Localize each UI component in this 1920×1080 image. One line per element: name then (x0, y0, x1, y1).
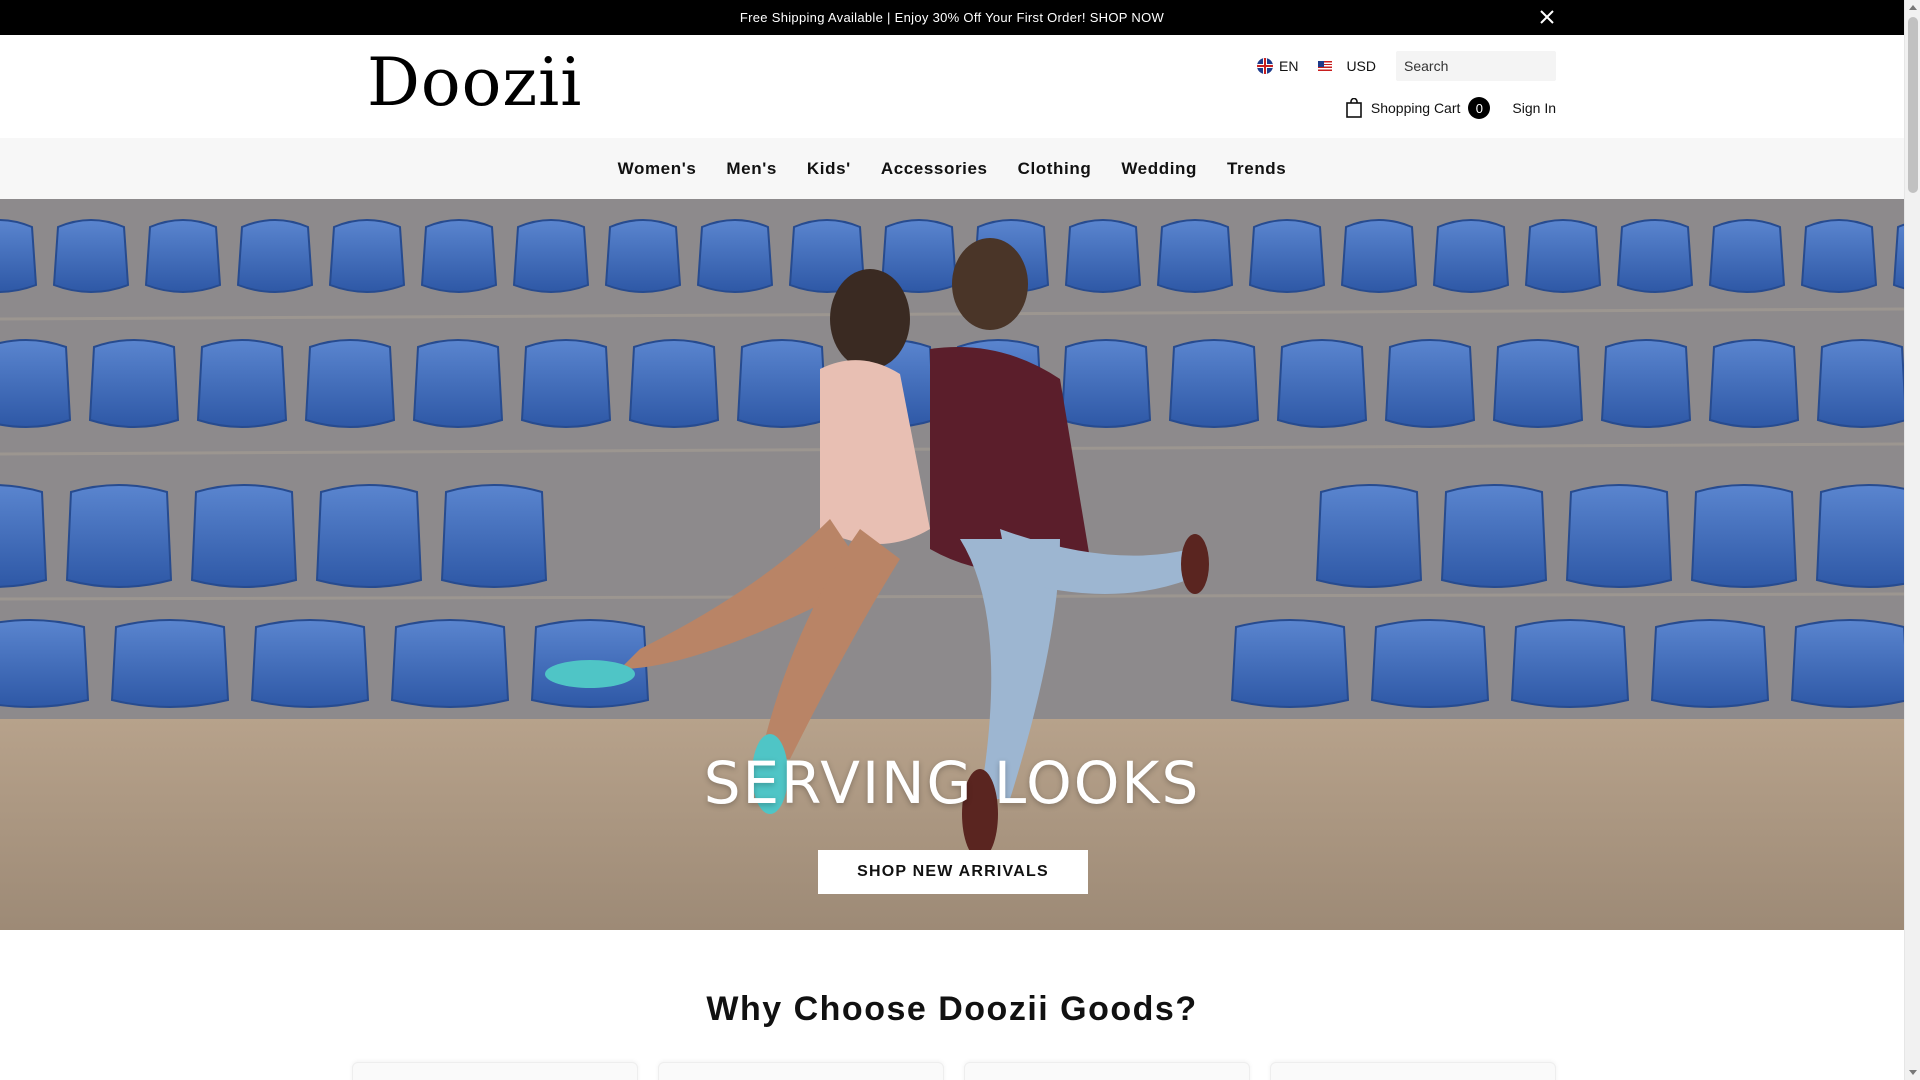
stadium-seat (1600, 339, 1692, 428)
nav-item-womens[interactable]: Women's (603, 159, 712, 179)
stadium-seat (1650, 619, 1770, 708)
stadium-seat (1064, 219, 1142, 293)
stadium-seat (236, 219, 314, 293)
stadium-seat (315, 484, 423, 588)
stadium-seat (1815, 484, 1904, 588)
shop-new-arrivals-button[interactable]: SHOP NEW ARRIVALS (818, 850, 1088, 894)
section-title: Why Choose Doozii Goods? (706, 990, 1198, 1028)
nav-item-mens[interactable]: Men's (711, 159, 792, 179)
feature-cards (352, 1062, 1556, 1080)
cart-label: Shopping Cart (1370, 100, 1461, 116)
stadium-seat (0, 619, 90, 708)
nav-item-trends[interactable]: Trends (1212, 159, 1301, 179)
stadium-seat (1384, 339, 1476, 428)
announcement-text[interactable]: Free Shipping Available | Enjoy 30% Off … (740, 10, 1164, 25)
stadium-seat (1315, 484, 1423, 588)
utility-bar: EN USD (1256, 51, 1585, 81)
stadium-seat (1616, 219, 1694, 293)
search-input[interactable] (1404, 58, 1585, 74)
stadium-seat (1565, 484, 1673, 588)
account-bar: Shopping Cart 0 Sign In (1345, 97, 1556, 119)
stadium-seat (1340, 219, 1418, 293)
stadium-seat (1524, 219, 1602, 293)
feature-card (964, 1062, 1250, 1080)
stadium-seat (1708, 219, 1786, 293)
nav-item-accessories[interactable]: Accessories (866, 159, 1003, 179)
nav-item-kids[interactable]: Kids' (792, 159, 866, 179)
stadium-seat (1800, 219, 1878, 293)
stadium-seat (328, 219, 406, 293)
stadium-seat (304, 339, 396, 428)
close-icon[interactable] (1538, 8, 1556, 26)
hero-image (0, 199, 1904, 930)
stadium-seat (628, 339, 720, 428)
stadium-seat (1168, 339, 1260, 428)
hero-title: SERVING LOOKS (703, 749, 1201, 817)
site-header: Doozii EN USD Shopping Cart 0 Sign I (0, 35, 1904, 138)
stadium-seat (1370, 619, 1490, 708)
stadium-seat (390, 619, 510, 708)
stadium-seat (1156, 219, 1234, 293)
stadium-seat (196, 339, 288, 428)
stadium-seat (1440, 484, 1548, 588)
stadium-seat (412, 339, 504, 428)
currency-label: USD (1346, 58, 1376, 74)
stadium-seat (0, 339, 72, 428)
shopping-bag-icon (1346, 98, 1362, 118)
nav-item-clothing[interactable]: Clothing (1003, 159, 1107, 179)
stadium-seat (1248, 219, 1326, 293)
search-box (1396, 51, 1585, 81)
main-nav: Women's Men's Kids' Accessories Clothing… (0, 138, 1904, 199)
hero-banner: SERVING LOOKS SHOP NEW ARRIVALS (0, 199, 1904, 930)
stadium-seat (440, 484, 548, 588)
logo[interactable]: Doozii (367, 50, 582, 116)
stadium-seat (52, 219, 130, 293)
stadium-seat (512, 219, 590, 293)
cart-count-badge: 0 (1468, 97, 1491, 119)
us-flag-icon (1318, 61, 1333, 71)
page-scrollbar[interactable] (1904, 0, 1920, 1080)
stadium-seat (88, 339, 180, 428)
stadium-seat (1060, 339, 1152, 428)
feature-card (658, 1062, 944, 1080)
stadium-seat (190, 484, 298, 588)
feature-card (352, 1062, 638, 1080)
language-selector[interactable]: EN (1256, 58, 1299, 74)
announcement-bar: Free Shipping Available | Enjoy 30% Off … (0, 0, 1904, 35)
stadium-seat (65, 484, 173, 588)
shopping-cart-button[interactable]: Shopping Cart 0 (1345, 97, 1491, 119)
stadium-seat (1816, 339, 1904, 428)
stadium-seat (1510, 619, 1630, 708)
nav-item-wedding[interactable]: Wedding (1106, 159, 1212, 179)
stadium-seat (736, 339, 828, 428)
stadium-seat (1230, 619, 1350, 708)
scroll-thumb[interactable] (1908, 17, 1918, 193)
feature-card (1270, 1062, 1556, 1080)
stadium-seat (1432, 219, 1510, 293)
language-label: EN (1278, 58, 1299, 74)
stadium-seat (144, 219, 222, 293)
stadium-seat (604, 219, 682, 293)
sign-in-link[interactable]: Sign In (1512, 100, 1556, 116)
stadium-seat (1708, 339, 1800, 428)
stadium-seat (1276, 339, 1368, 428)
stadium-seat (0, 219, 38, 293)
stadium-seat (1790, 619, 1904, 708)
stadium-seat (696, 219, 774, 293)
stadium-seat (520, 339, 612, 428)
currency-selector[interactable]: USD (1318, 58, 1376, 74)
stadium-seat (1690, 484, 1798, 588)
scroll-up-icon[interactable] (1909, 5, 1917, 10)
uk-flag-icon (1256, 58, 1273, 74)
stadium-seat (420, 219, 498, 293)
stadium-seat (250, 619, 370, 708)
stadium-seat (110, 619, 230, 708)
stadium-seat (1492, 339, 1584, 428)
stadium-seat (0, 484, 48, 588)
scroll-down-icon[interactable] (1909, 1070, 1917, 1075)
